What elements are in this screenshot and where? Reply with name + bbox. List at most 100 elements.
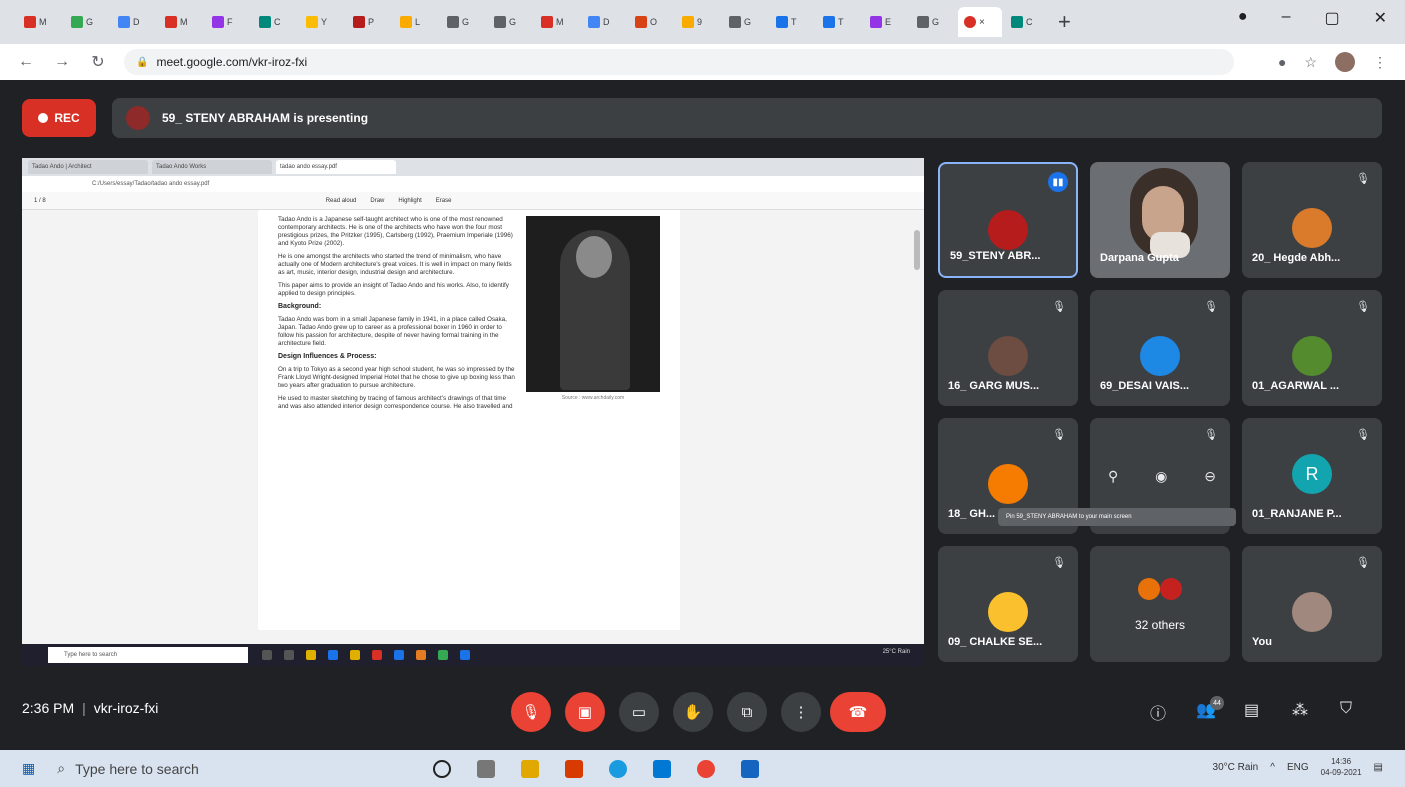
- participant-avatar: [1140, 336, 1180, 376]
- shared-browser-tabs: Tadao Ando | Architect Tadao Ando Works …: [22, 158, 924, 176]
- profile-avatar[interactable]: [1335, 52, 1355, 72]
- taskbar-search[interactable]: ⌕ Type here to search: [57, 755, 397, 783]
- file-explorer-icon[interactable]: [521, 759, 540, 778]
- browser-tab[interactable]: G: [911, 7, 955, 37]
- muted-mic-icon: 🎙: [1204, 429, 1218, 441]
- participant-count-badge: 44: [1210, 696, 1224, 710]
- browser-tab[interactable]: G: [488, 7, 532, 37]
- tab-search-icon[interactable]: ●: [1238, 8, 1248, 28]
- tray-chevron-icon[interactable]: ^: [1270, 762, 1275, 773]
- notification-icon[interactable]: ▤: [1374, 762, 1383, 773]
- reload-icon[interactable]: ↻: [88, 52, 108, 72]
- weather-widget[interactable]: 30°C Rain: [1213, 762, 1259, 773]
- back-icon[interactable]: ←: [16, 53, 36, 71]
- office-icon[interactable]: [565, 759, 584, 778]
- participant-name: You: [1252, 636, 1272, 648]
- store-icon[interactable]: [653, 759, 672, 778]
- muted-mic-icon: 🎙: [1356, 301, 1370, 313]
- meeting-details-icon[interactable]: ⓘ: [1150, 700, 1166, 724]
- edge-icon[interactable]: [609, 759, 628, 778]
- menu-icon[interactable]: ⋮: [1373, 54, 1387, 71]
- photos-icon[interactable]: [741, 759, 760, 778]
- forward-icon[interactable]: →: [52, 53, 72, 71]
- tab-label: C: [1026, 17, 1033, 27]
- url-text: meet.google.com/vkr-iroz-fxi: [156, 55, 308, 69]
- browser-tab[interactable]: M: [18, 7, 62, 37]
- leave-call-button[interactable]: ☎: [830, 692, 886, 732]
- activities-icon[interactable]: ⁂: [1292, 700, 1308, 720]
- bookmark-star-icon[interactable]: ☆: [1304, 54, 1317, 71]
- captions-button[interactable]: ▭: [619, 692, 659, 732]
- participant-avatar: [1292, 336, 1332, 376]
- browser-tab[interactable]: O: [629, 7, 673, 37]
- browser-tab[interactable]: G: [441, 7, 485, 37]
- browser-tab[interactable]: L: [394, 7, 438, 37]
- more-options-button[interactable]: ⋮: [781, 692, 821, 732]
- close-tab-icon[interactable]: ×: [979, 17, 985, 28]
- pin-icon[interactable]: ⚲: [1108, 468, 1118, 485]
- browser-tab[interactable]: M: [535, 7, 579, 37]
- browser-tab[interactable]: T: [817, 7, 861, 37]
- participant-tile[interactable]: 09_ CHALKE SE... 🎙: [938, 546, 1078, 662]
- system-clock[interactable]: 14:36 04-09-2021: [1321, 756, 1362, 778]
- browser-tab[interactable]: G: [723, 7, 767, 37]
- tab-label: Y: [321, 17, 328, 27]
- participant-tile[interactable]: 32 others: [1090, 546, 1230, 662]
- browser-tab[interactable]: F: [206, 7, 250, 37]
- raise-hand-button[interactable]: ✋: [673, 692, 713, 732]
- language-indicator[interactable]: ENG: [1287, 762, 1309, 773]
- mute-participant-icon[interactable]: ◉: [1155, 468, 1167, 485]
- participant-tile[interactable]: 69_DESAI VAIS... 🎙: [1090, 290, 1230, 406]
- browser-tab-active[interactable]: ×: [958, 7, 1002, 37]
- tab-favicon-icon: [917, 16, 929, 28]
- participant-tile[interactable]: 59_STENY ABR... ▮▮: [938, 162, 1078, 278]
- speaking-indicator-icon: ▮▮: [1048, 172, 1068, 192]
- browser-tab[interactable]: D: [112, 7, 156, 37]
- maximize-icon[interactable]: ▢: [1324, 8, 1339, 28]
- remove-icon[interactable]: ⊖: [1204, 468, 1216, 485]
- pin-tooltip: Pin 59_STENY ABRAHAM to your main screen: [998, 508, 1236, 526]
- people-icon[interactable]: 👥 44: [1196, 696, 1224, 720]
- shared-address: C:/Users/essay/Tadao/tadao ando essay.pd…: [22, 176, 924, 192]
- participant-tile[interactable]: Darpana Gupta: [1090, 162, 1230, 278]
- camera-off-button[interactable]: ▣: [565, 692, 605, 732]
- chat-icon[interactable]: ▤: [1244, 700, 1259, 720]
- participant-tile[interactable]: 16_ GARG MUS... 🎙: [938, 290, 1078, 406]
- browser-tab[interactable]: P: [347, 7, 391, 37]
- browser-tab[interactable]: C: [253, 7, 297, 37]
- task-view-icon[interactable]: [477, 759, 496, 778]
- browser-tab[interactable]: C: [1005, 7, 1049, 37]
- browser-tab[interactable]: G: [65, 7, 109, 37]
- meet-favicon-icon: [964, 16, 976, 28]
- url-input[interactable]: 🔒 meet.google.com/vkr-iroz-fxi: [124, 49, 1234, 75]
- muted-mic-icon: 🎙: [1356, 429, 1370, 441]
- recording-indicator[interactable]: REC: [22, 99, 96, 137]
- tab-favicon-icon: [24, 16, 36, 28]
- mic-off-button[interactable]: 🎙: [511, 692, 551, 732]
- new-tab-button[interactable]: +: [1058, 9, 1071, 35]
- participant-tile[interactable]: R 01_RANJANE P... 🎙: [1242, 418, 1382, 534]
- browser-tab[interactable]: T: [770, 7, 814, 37]
- participant-name: 01_RANJANE P...: [1252, 508, 1342, 520]
- search-icon: ⌕: [57, 760, 66, 776]
- participant-tile[interactable]: 01_AGARWAL ... 🎙: [1242, 290, 1382, 406]
- browser-tab[interactable]: E: [864, 7, 908, 37]
- pdf-page: Tadao Ando is a Japanese self-taught arc…: [258, 210, 680, 630]
- clock-date-text: 04-09-2021: [1320, 768, 1362, 777]
- pdf-tool: Erase: [435, 197, 452, 204]
- participant-name: Darpana Gupta: [1100, 252, 1179, 264]
- minimize-icon[interactable]: –: [1282, 8, 1291, 28]
- browser-tab[interactable]: 9: [676, 7, 720, 37]
- host-controls-icon[interactable]: ⛉: [1340, 700, 1352, 718]
- close-window-icon[interactable]: ✕: [1374, 8, 1387, 28]
- participant-tile[interactable]: You 🎙: [1242, 546, 1382, 662]
- cortana-icon[interactable]: [433, 759, 452, 778]
- participant-tile[interactable]: 20_ Hegde Abh... 🎙: [1242, 162, 1382, 278]
- browser-tab[interactable]: D: [582, 7, 626, 37]
- chrome-icon[interactable]: [697, 759, 716, 778]
- browser-tab[interactable]: M: [159, 7, 203, 37]
- camera-icon[interactable]: ●: [1278, 54, 1286, 70]
- browser-tab[interactable]: Y: [300, 7, 344, 37]
- windows-start-icon[interactable]: ▦: [22, 760, 35, 777]
- present-button[interactable]: ⧉: [727, 692, 767, 732]
